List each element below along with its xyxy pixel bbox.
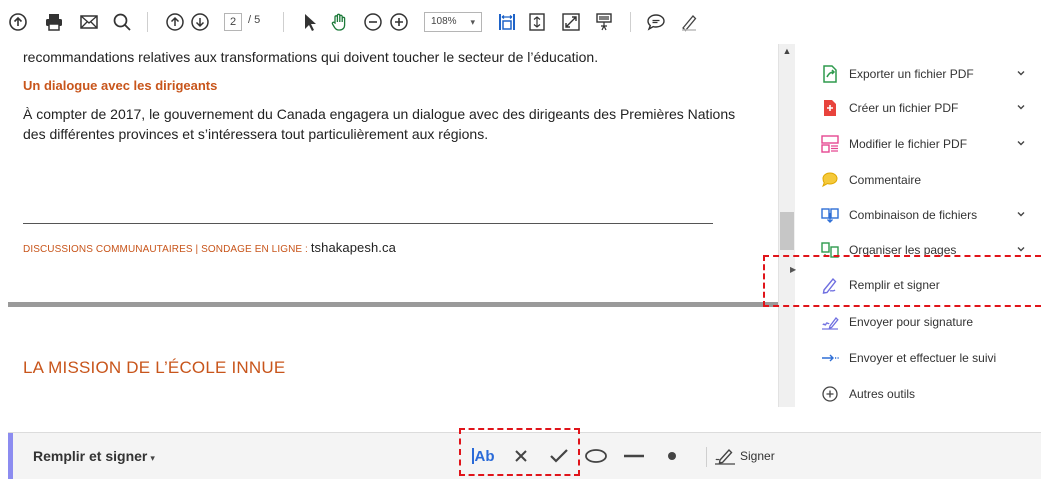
- chevron-down-icon[interactable]: [1016, 244, 1026, 254]
- print-icon[interactable]: [42, 10, 66, 34]
- tool-create-pdf[interactable]: Créer un fichier PDF: [820, 94, 1026, 122]
- fill-sign-menu-button[interactable]: Remplir et signer ▾: [33, 448, 155, 464]
- chevron-down-icon[interactable]: [1016, 68, 1026, 78]
- page-footer: DISCUSSIONS COMMUNAUTAIRES | SONDAGE EN …: [23, 240, 396, 255]
- tool-label: Combinaison de fichiers: [849, 208, 978, 222]
- page-down-icon[interactable]: [188, 10, 212, 34]
- page-up-icon[interactable]: [163, 10, 187, 34]
- toolbar-divider: [706, 447, 707, 467]
- document-view[interactable]: recommandations relatives aux transforma…: [0, 44, 778, 407]
- fill-sign-toolbar: Remplir et signer ▾ Ab Signer: [8, 432, 1041, 479]
- tool-combine-files[interactable]: Combinaison de fichiers: [820, 201, 1026, 229]
- tool-comment[interactable]: Commentaire: [820, 166, 1026, 194]
- tool-send-track[interactable]: Envoyer et effectuer le suivi: [820, 344, 1026, 372]
- tool-fill-sign[interactable]: Remplir et signer: [820, 271, 1026, 299]
- chevron-down-icon[interactable]: [1016, 209, 1026, 219]
- sign-label: Signer: [740, 449, 775, 463]
- send-track-icon: [820, 348, 840, 368]
- export-pdf-icon: [820, 64, 840, 84]
- highlight-pen-icon[interactable]: [677, 10, 701, 34]
- zoom-in-icon[interactable]: [387, 10, 411, 34]
- footer-divider: [23, 223, 713, 224]
- tools-pane: Exporter un fichier PDF Créer un fichier…: [796, 44, 1041, 407]
- tool-label: Remplir et signer: [849, 278, 940, 292]
- fit-page-icon[interactable]: [525, 10, 549, 34]
- ellipse-icon[interactable]: [582, 443, 610, 469]
- search-icon[interactable]: [110, 10, 134, 34]
- chevron-down-icon: ▾: [470, 17, 475, 27]
- mission-title: LA MISSION DE L’ÉCOLE INNUE: [23, 358, 286, 377]
- footer-url: tshakapesh.ca: [310, 240, 396, 255]
- send-signature-icon: [820, 312, 840, 332]
- toolbar-divider: [283, 12, 284, 32]
- email-icon[interactable]: [77, 10, 101, 34]
- chevron-down-icon[interactable]: [1016, 102, 1026, 112]
- combine-files-icon: [820, 205, 840, 225]
- edit-pdf-icon: [820, 134, 840, 154]
- toolbar-divider: [630, 12, 631, 32]
- sign-pen-icon: [715, 448, 735, 465]
- zoom-level-select[interactable]: 108% ▾: [424, 12, 482, 32]
- section-heading: Un dialogue avec les dirigeants: [23, 78, 218, 93]
- tool-label: Modifier le fichier PDF: [849, 137, 968, 151]
- more-tools-icon: [820, 384, 840, 404]
- chevron-down-icon[interactable]: [1016, 138, 1026, 148]
- hand-tool-icon[interactable]: [327, 10, 351, 34]
- fit-width-icon[interactable]: [495, 10, 519, 34]
- upload-icon[interactable]: [6, 10, 30, 34]
- check-mark-icon[interactable]: [546, 443, 572, 469]
- full-screen-icon[interactable]: [559, 10, 583, 34]
- document-text-line: recommandations relatives aux transforma…: [23, 49, 599, 65]
- add-text-icon[interactable]: Ab: [470, 443, 496, 469]
- chevron-down-icon: ▾: [150, 453, 155, 463]
- tool-organize-pages[interactable]: Organiser les pages: [820, 236, 1026, 264]
- fill-bar-accent: [8, 433, 13, 479]
- add-text-label: Ab: [474, 447, 495, 465]
- toolbar-divider: [147, 12, 148, 32]
- cross-mark-icon[interactable]: [509, 443, 533, 469]
- page-number-input[interactable]: 2: [224, 13, 242, 31]
- zoom-out-icon[interactable]: [361, 10, 385, 34]
- read-mode-icon[interactable]: [592, 10, 616, 34]
- tool-label: Envoyer pour signature: [849, 315, 974, 329]
- tool-label: Exporter un fichier PDF: [849, 67, 974, 81]
- sign-button[interactable]: Signer: [714, 443, 788, 469]
- vertical-scrollbar[interactable]: ▲: [778, 44, 795, 407]
- tool-send-signature[interactable]: Envoyer pour signature: [820, 308, 1026, 336]
- create-pdf-icon: [820, 98, 840, 118]
- footer-label: DISCUSSIONS COMMUNAUTAIRES | SONDAGE EN …: [23, 244, 311, 255]
- dot-icon[interactable]: [660, 443, 684, 469]
- comment-icon: [820, 170, 840, 190]
- line-icon[interactable]: [620, 443, 648, 469]
- page-separator: [8, 302, 778, 307]
- tool-label: Commentaire: [849, 173, 922, 187]
- fill-sign-title: Remplir et signer: [33, 448, 148, 464]
- fill-sign-icon: [820, 275, 840, 295]
- zoom-level-value: 108%: [431, 16, 457, 27]
- document-paragraph: À compter de 2017, le gouvernement du Ca…: [23, 106, 736, 142]
- tool-label: Organiser les pages: [849, 243, 957, 257]
- tool-more-tools[interactable]: Autres outils: [820, 380, 1026, 408]
- comment-icon[interactable]: [644, 10, 668, 34]
- scroll-up-arrow-icon[interactable]: ▲: [779, 44, 795, 58]
- page-total: / 5: [248, 14, 261, 26]
- tool-export-pdf[interactable]: Exporter un fichier PDF: [820, 60, 1026, 88]
- organize-pages-icon: [820, 240, 840, 260]
- top-toolbar: 2 / 5 108% ▾: [0, 0, 760, 44]
- scroll-thumb[interactable]: [780, 212, 794, 250]
- select-cursor-icon[interactable]: [297, 10, 321, 34]
- tool-label: Autres outils: [849, 387, 916, 401]
- tool-label: Envoyer et effectuer le suivi: [849, 351, 997, 365]
- tool-edit-pdf[interactable]: Modifier le fichier PDF: [820, 130, 1026, 158]
- tool-label: Créer un fichier PDF: [849, 101, 959, 115]
